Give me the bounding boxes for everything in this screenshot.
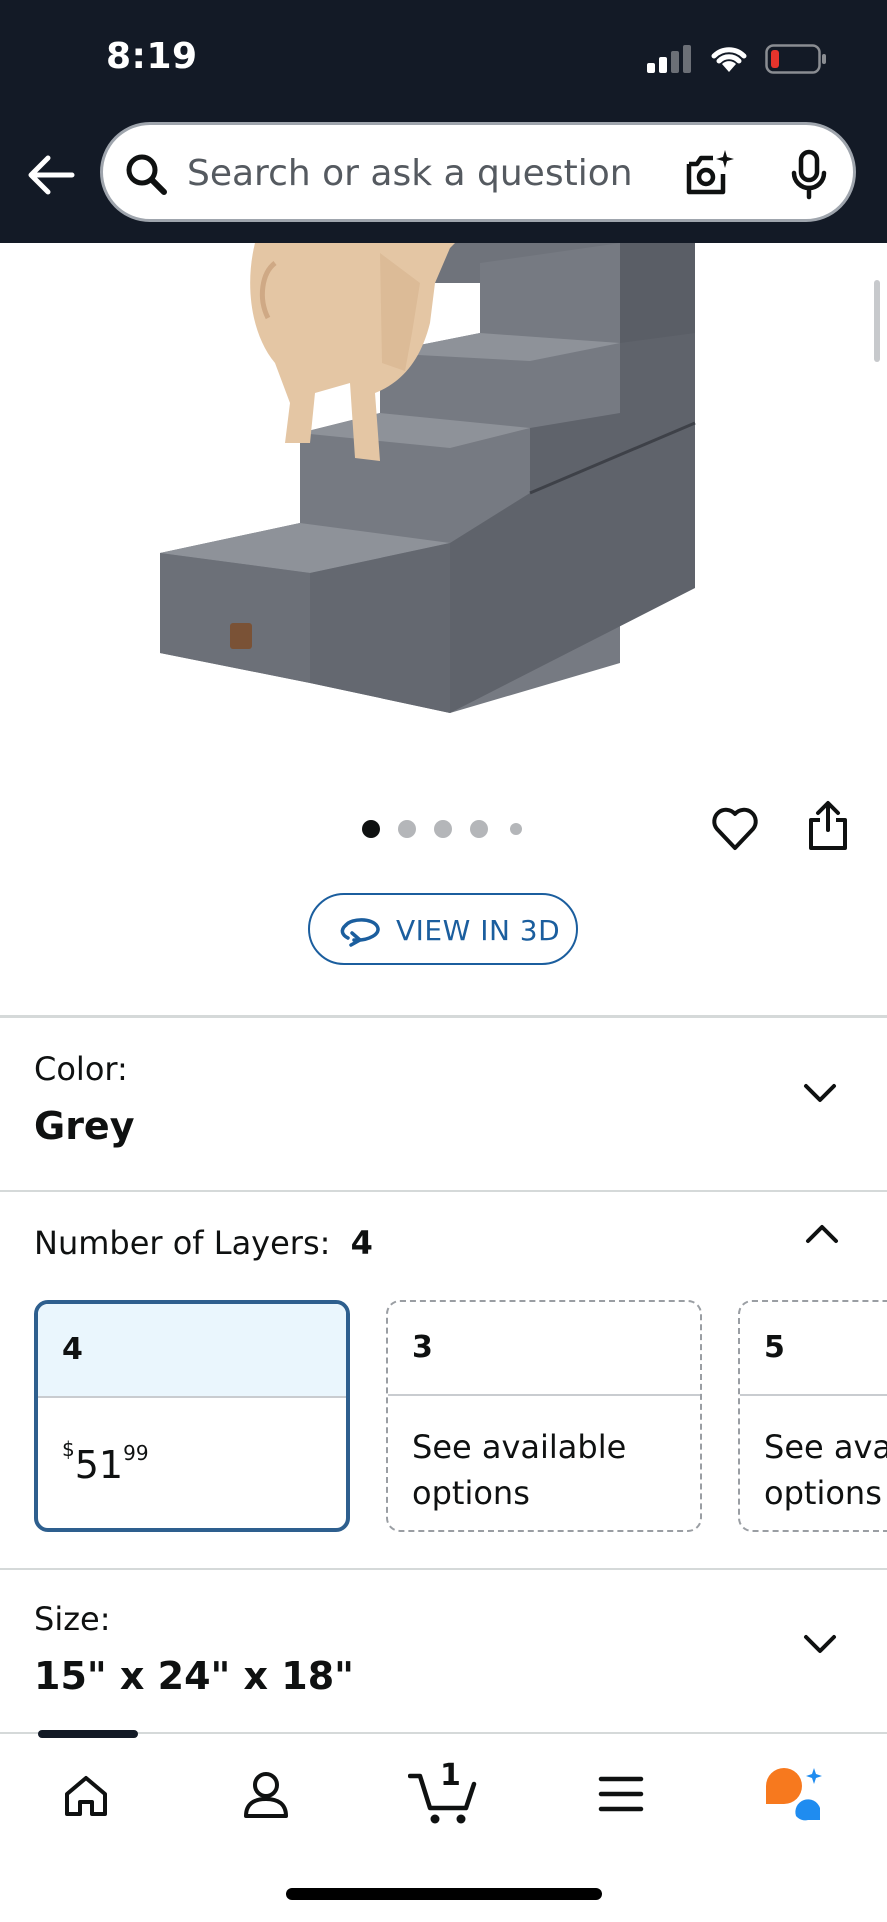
price-fraction: 99 xyxy=(123,1441,149,1465)
share-icon[interactable] xyxy=(806,800,850,852)
layer-option-5[interactable]: 5 See available options xyxy=(738,1300,887,1532)
option-price: $5199 xyxy=(62,1426,338,1490)
account-icon[interactable] xyxy=(242,1770,290,1820)
layer-option-4[interactable]: 4 $5199 xyxy=(34,1300,350,1532)
scroll-indicator[interactable] xyxy=(874,280,880,362)
carousel-dot-active[interactable] xyxy=(362,820,380,838)
carousel-dot-small[interactable] xyxy=(510,823,522,835)
carousel-dot[interactable] xyxy=(398,820,416,838)
availability-line-2: options xyxy=(412,1474,530,1512)
option-divider xyxy=(740,1394,887,1396)
section-divider xyxy=(0,1568,887,1570)
back-arrow-icon[interactable] xyxy=(26,153,76,197)
chevron-down-icon[interactable] xyxy=(802,1081,838,1105)
home-icon[interactable] xyxy=(62,1772,110,1820)
rufus-ai-assistant-icon[interactable] xyxy=(764,1766,828,1822)
option-header: 4 xyxy=(38,1304,346,1396)
product-image-pet-stairs[interactable] xyxy=(150,243,750,733)
chevron-down-icon[interactable] xyxy=(802,1632,838,1656)
availability-line-1: See available xyxy=(764,1428,887,1466)
view-in-3d-label: VIEW IN 3D xyxy=(396,914,561,947)
layers-label-text: Number of Layers: xyxy=(34,1224,331,1262)
chevron-up-icon[interactable] xyxy=(804,1222,840,1246)
option-divider xyxy=(388,1394,700,1396)
search-input[interactable]: Search or ask a question xyxy=(187,153,633,194)
option-title: 5 xyxy=(764,1330,785,1365)
cart-button[interactable]: 1 xyxy=(408,1758,478,1826)
size-label: Size: xyxy=(34,1600,111,1638)
color-value: Grey xyxy=(34,1104,135,1148)
carousel-dot[interactable] xyxy=(470,820,488,838)
rotate-3d-icon xyxy=(340,918,380,947)
option-header: 3 xyxy=(388,1302,700,1394)
wifi-icon xyxy=(711,47,747,72)
option-divider xyxy=(38,1396,346,1398)
layers-value: 4 xyxy=(350,1224,373,1262)
cellular-signal-icon xyxy=(647,45,693,73)
layer-option-3[interactable]: 3 See available options xyxy=(386,1300,702,1532)
view-in-3d-button[interactable]: VIEW IN 3D xyxy=(308,893,578,965)
color-label: Color: xyxy=(34,1050,128,1088)
search-bar[interactable]: Search or ask a question xyxy=(100,122,856,222)
price-currency: $ xyxy=(62,1437,75,1461)
active-tab-indicator xyxy=(38,1730,138,1738)
top-header: 8:19 Search or ask a question xyxy=(0,0,887,243)
section-divider xyxy=(0,1190,887,1192)
availability-line-2: options xyxy=(764,1474,882,1512)
option-header: 5 xyxy=(740,1302,887,1394)
camera-search-icon[interactable] xyxy=(683,148,735,200)
microphone-icon[interactable] xyxy=(789,149,829,201)
price-whole: 51 xyxy=(74,1443,124,1487)
status-time: 8:19 xyxy=(106,36,198,77)
option-title: 3 xyxy=(412,1330,433,1365)
home-indicator[interactable] xyxy=(286,1888,602,1900)
option-title: 4 xyxy=(62,1332,83,1367)
availability-line-1: See available xyxy=(412,1428,627,1466)
option-availability: See available options xyxy=(764,1424,887,1516)
cart-count-badge: 1 xyxy=(440,1758,461,1793)
battery-low-icon xyxy=(765,44,826,74)
option-availability: See available options xyxy=(412,1424,692,1516)
layers-label: Number of Layers: 4 xyxy=(34,1224,373,1262)
carousel-dot[interactable] xyxy=(434,820,452,838)
menu-icon[interactable] xyxy=(598,1774,644,1814)
section-divider xyxy=(0,1015,887,1018)
search-icon xyxy=(126,154,167,195)
heart-icon[interactable] xyxy=(710,804,760,854)
size-value: 15" x 24" x 18" xyxy=(34,1654,354,1698)
